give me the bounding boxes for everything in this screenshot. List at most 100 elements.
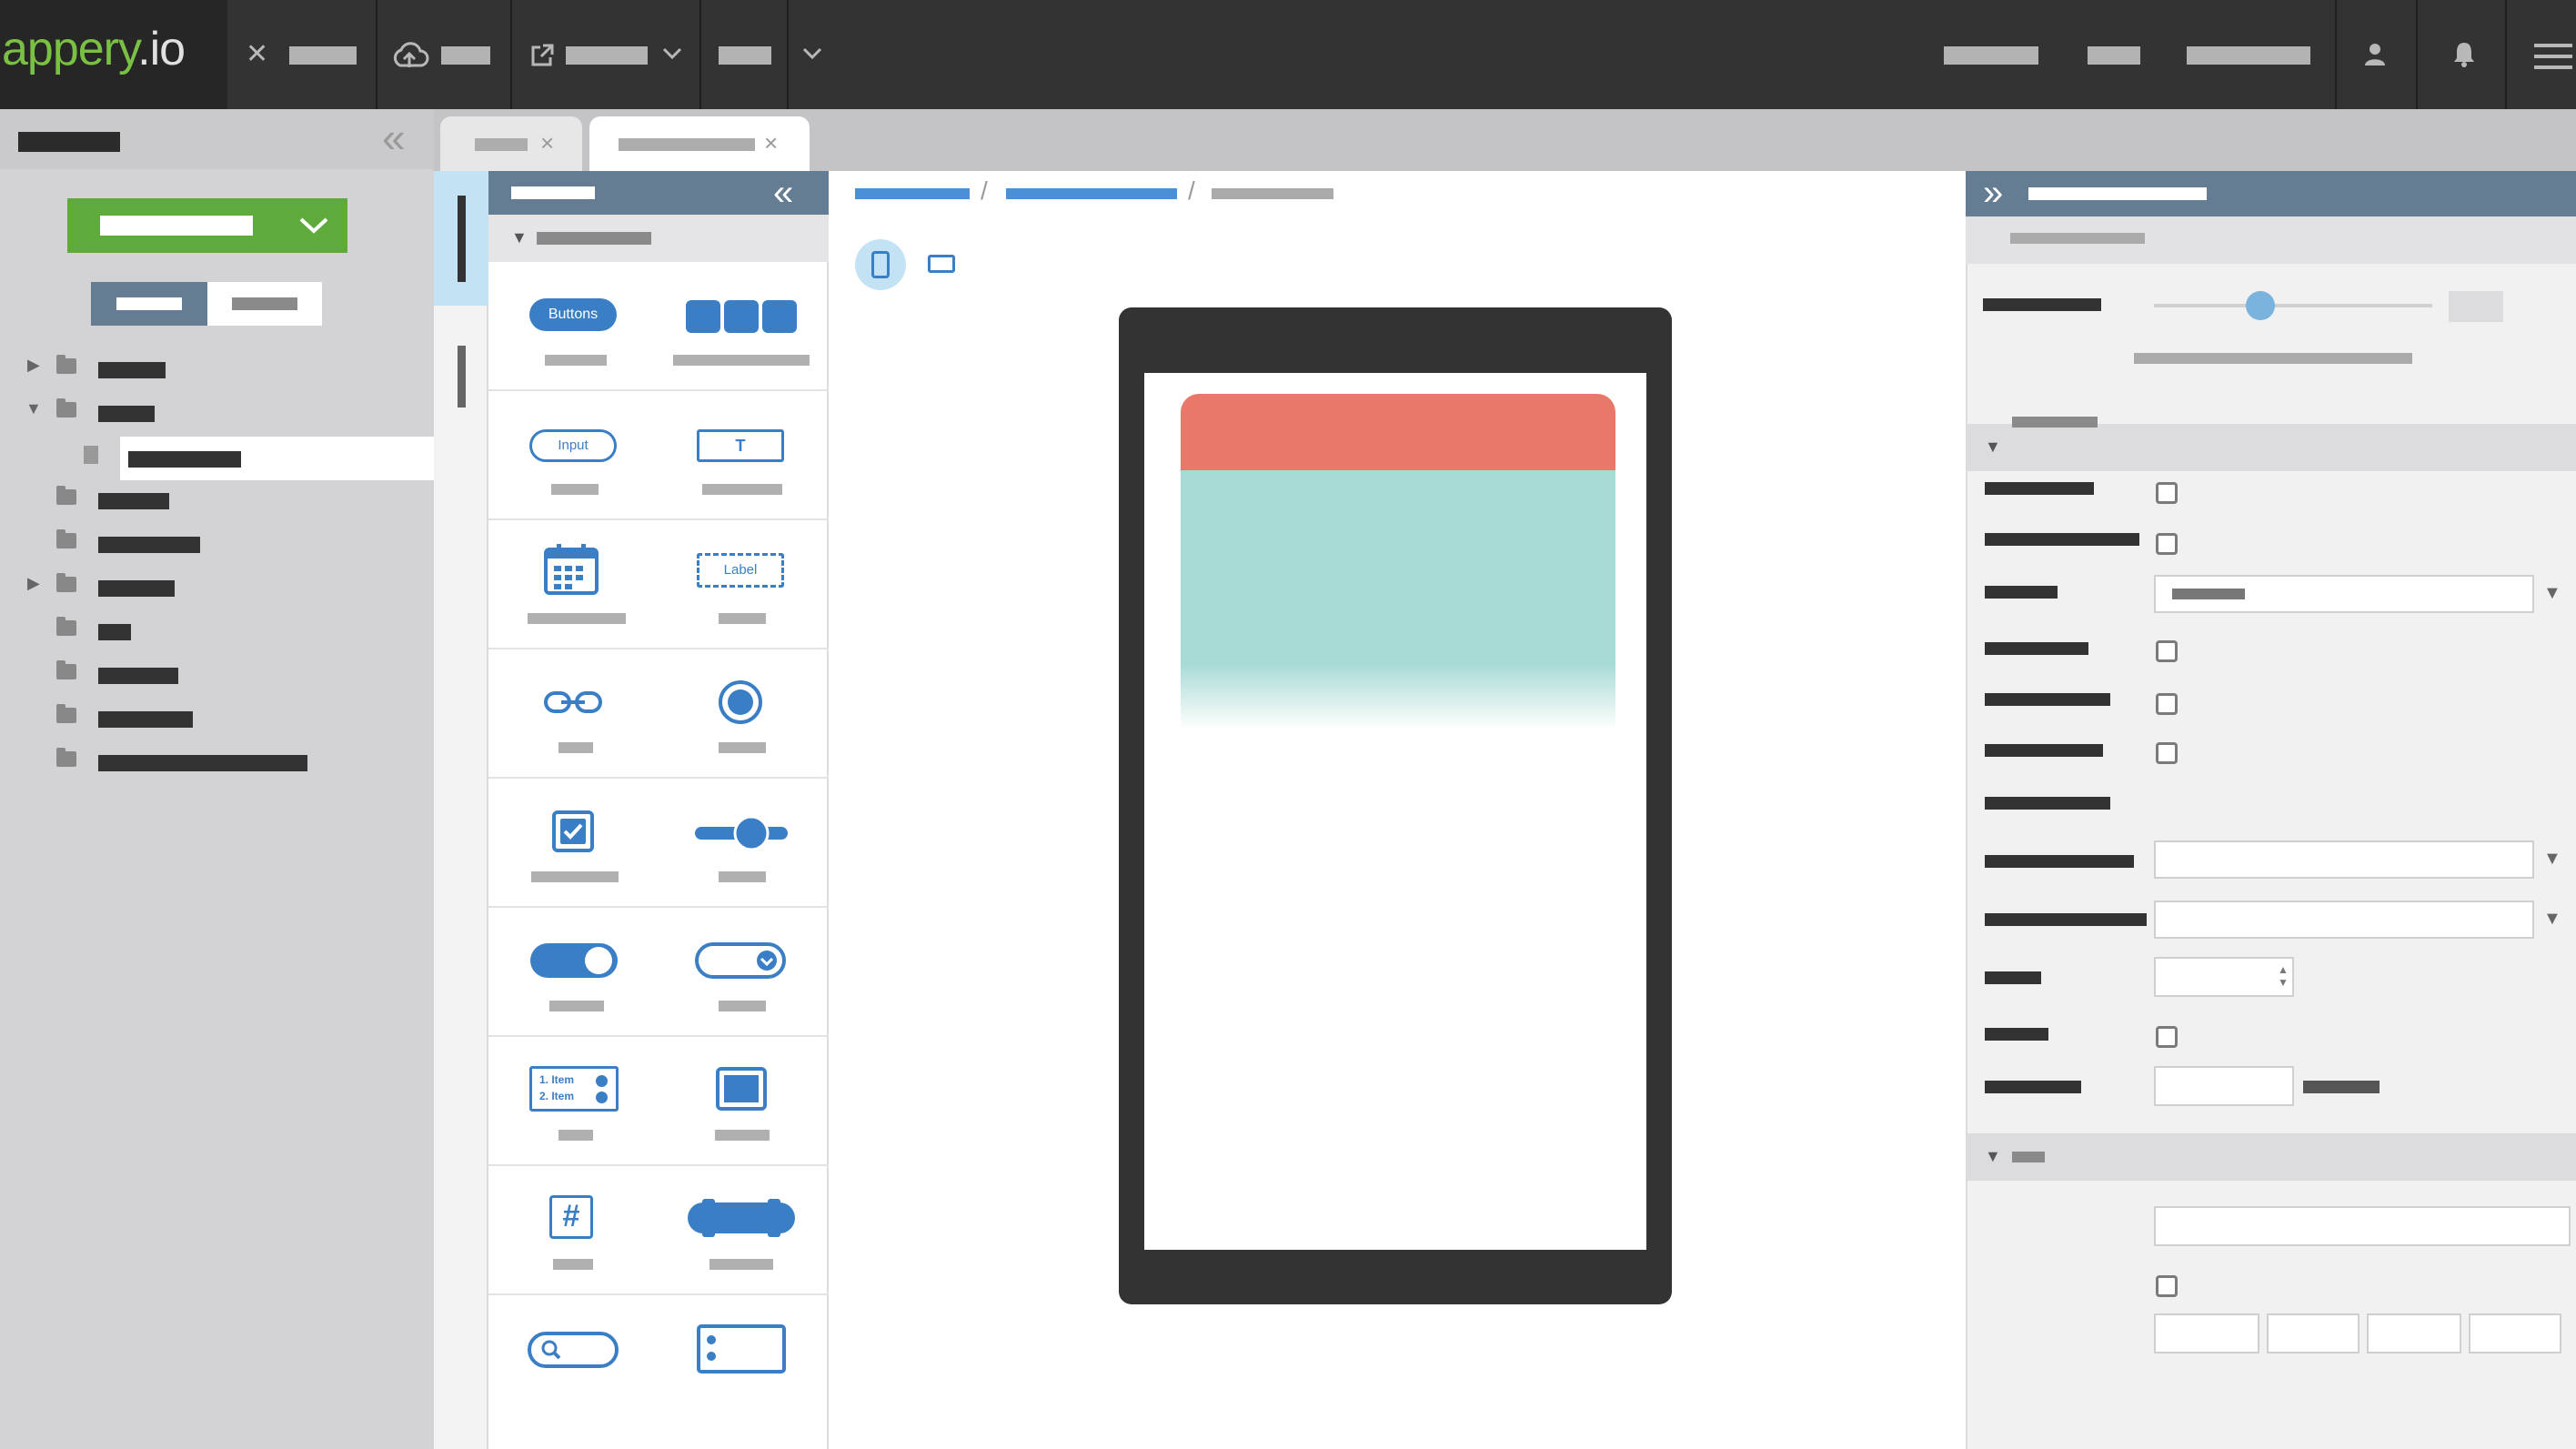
- toolbar-divider: [699, 0, 701, 109]
- collapse-triangle-icon[interactable]: ▼: [25, 400, 42, 417]
- double-chevron-left-icon[interactable]: «: [382, 116, 406, 158]
- property-checkbox[interactable]: [2156, 693, 2178, 715]
- chevron-down-icon[interactable]: ▼: [2543, 850, 2561, 868]
- slider-icon[interactable]: [695, 815, 788, 851]
- image-component-icon[interactable]: [715, 1066, 768, 1112]
- collapse-triangle-icon[interactable]: ▼: [511, 229, 528, 246]
- chevron-down-icon[interactable]: [662, 47, 682, 60]
- close-icon[interactable]: ✕: [246, 41, 268, 68]
- tree-item-folder-6[interactable]: [98, 624, 131, 640]
- opacity-slider-thumb[interactable]: [2246, 291, 2275, 320]
- navbar-component-icon[interactable]: [688, 1199, 795, 1237]
- property-checkbox[interactable]: [2156, 482, 2178, 504]
- breadcrumb-item-project[interactable]: [855, 188, 970, 199]
- help-link[interactable]: [2088, 46, 2140, 65]
- palette-text-component[interactable]: T: [697, 429, 784, 462]
- double-chevron-right-icon[interactable]: »: [1983, 175, 2003, 211]
- link-icon[interactable]: [543, 688, 603, 717]
- export-button[interactable]: [566, 46, 648, 65]
- opacity-value-box[interactable]: [2449, 291, 2503, 322]
- property-label: [1985, 971, 2041, 984]
- properties-section-common[interactable]: [1966, 424, 2576, 471]
- hamburger-menu-icon[interactable]: [2534, 42, 2572, 71]
- docs-link[interactable]: [1944, 46, 2038, 65]
- margin-left-input[interactable]: [2469, 1313, 2561, 1353]
- palette-label-component[interactable]: Label: [697, 553, 784, 588]
- property-select[interactable]: [2154, 575, 2534, 613]
- stepper-up-icon[interactable]: ▲: [2278, 964, 2289, 975]
- property-checkbox[interactable]: [2156, 533, 2178, 555]
- tree-item-folder-9[interactable]: [98, 755, 307, 771]
- phone-portrait-icon: [871, 251, 890, 278]
- grid-component-icon[interactable]: [686, 298, 797, 335]
- tree-item-folder-7[interactable]: [98, 668, 178, 684]
- form-component-icon[interactable]: [697, 1324, 786, 1374]
- external-link-icon[interactable]: [529, 43, 555, 68]
- checkbox-icon[interactable]: [551, 810, 595, 853]
- cloud-upload-icon[interactable]: [389, 42, 429, 71]
- palette-caption: [558, 742, 593, 753]
- tab-current-screen[interactable]: ×: [589, 116, 810, 171]
- radio-button-icon[interactable]: [717, 679, 764, 726]
- toolbar-divider: [2505, 0, 2507, 109]
- property-label: [1985, 744, 2103, 757]
- stepper-down-icon[interactable]: ▼: [2278, 977, 2289, 988]
- palette-button-component[interactable]: Buttons: [529, 298, 617, 331]
- palette-row-divider: [488, 1293, 829, 1295]
- calendar-icon[interactable]: [543, 542, 599, 597]
- collapse-triangle-icon[interactable]: ▼: [1985, 438, 2001, 455]
- property-checkbox[interactable]: [2156, 1026, 2178, 1048]
- margin-top-input[interactable]: [2154, 1313, 2259, 1353]
- phone-landscape-icon[interactable]: [928, 255, 955, 273]
- breadcrumb-item-screen[interactable]: [1006, 188, 1177, 199]
- close-icon[interactable]: ×: [764, 131, 778, 155]
- property-checkbox[interactable]: [2156, 742, 2178, 764]
- property-select[interactable]: [2154, 901, 2534, 939]
- collapse-triangle-icon[interactable]: ▼: [1985, 1148, 2001, 1164]
- tree-item-folder-8[interactable]: [98, 711, 193, 728]
- list-component-icon[interactable]: 1. Item 2. Item: [529, 1066, 619, 1112]
- html-component-icon[interactable]: #: [549, 1195, 593, 1239]
- tree-item-pages[interactable]: [98, 362, 166, 378]
- properties-subtitle: [2010, 233, 2145, 244]
- chevron-down-icon[interactable]: [298, 216, 329, 235]
- save-button[interactable]: [441, 46, 490, 65]
- property-number-input[interactable]: ▲ ▼: [2154, 957, 2294, 997]
- expand-triangle-icon[interactable]: ▶: [27, 357, 40, 373]
- search-bar-icon[interactable]: [528, 1332, 619, 1368]
- advanced-checkbox[interactable]: [2156, 1275, 2178, 1297]
- tab-start[interactable]: ×: [440, 116, 582, 171]
- chevron-down-icon[interactable]: ▼: [2543, 584, 2561, 602]
- tree-item-folder-4[interactable]: [98, 537, 200, 553]
- palette-tab-outline[interactable]: [458, 346, 466, 408]
- property-checkbox[interactable]: [2156, 640, 2178, 662]
- tree-item-folder-3[interactable]: [98, 493, 169, 509]
- close-project-button[interactable]: [289, 46, 357, 65]
- palette-tab-components[interactable]: [458, 196, 466, 282]
- margin-bottom-input[interactable]: [2367, 1313, 2461, 1353]
- test-button[interactable]: [719, 46, 771, 65]
- toggle-switch-icon[interactable]: [529, 942, 619, 979]
- expand-triangle-icon[interactable]: ▶: [27, 575, 40, 591]
- advanced-text-input[interactable]: [2154, 1206, 2571, 1246]
- double-chevron-left-icon[interactable]: «: [773, 175, 793, 211]
- toolbar-divider: [2416, 0, 2418, 109]
- palette-input-component[interactable]: Input: [529, 429, 617, 462]
- property-text-input[interactable]: [2154, 1066, 2294, 1106]
- close-icon[interactable]: ×: [540, 131, 554, 155]
- support-link[interactable]: [2187, 46, 2310, 65]
- tree-item-screens[interactable]: [98, 406, 155, 422]
- property-select[interactable]: [2154, 840, 2534, 879]
- screen-content-component[interactable]: [1181, 470, 1615, 730]
- margin-right-input[interactable]: [2267, 1313, 2360, 1353]
- properties-section-advanced[interactable]: [1966, 1133, 2576, 1181]
- tree-item-folder-5[interactable]: [98, 580, 175, 597]
- user-icon[interactable]: [2363, 42, 2387, 67]
- chevron-down-icon[interactable]: ▼: [2543, 910, 2561, 928]
- select-menu-icon[interactable]: [695, 942, 786, 979]
- opacity-slider-track[interactable]: [2154, 304, 2432, 307]
- tree-item-current-screen[interactable]: [128, 451, 241, 468]
- screen-header-component[interactable]: [1181, 394, 1615, 470]
- chevron-down-icon[interactable]: [802, 47, 822, 60]
- bell-icon[interactable]: [2451, 40, 2477, 69]
